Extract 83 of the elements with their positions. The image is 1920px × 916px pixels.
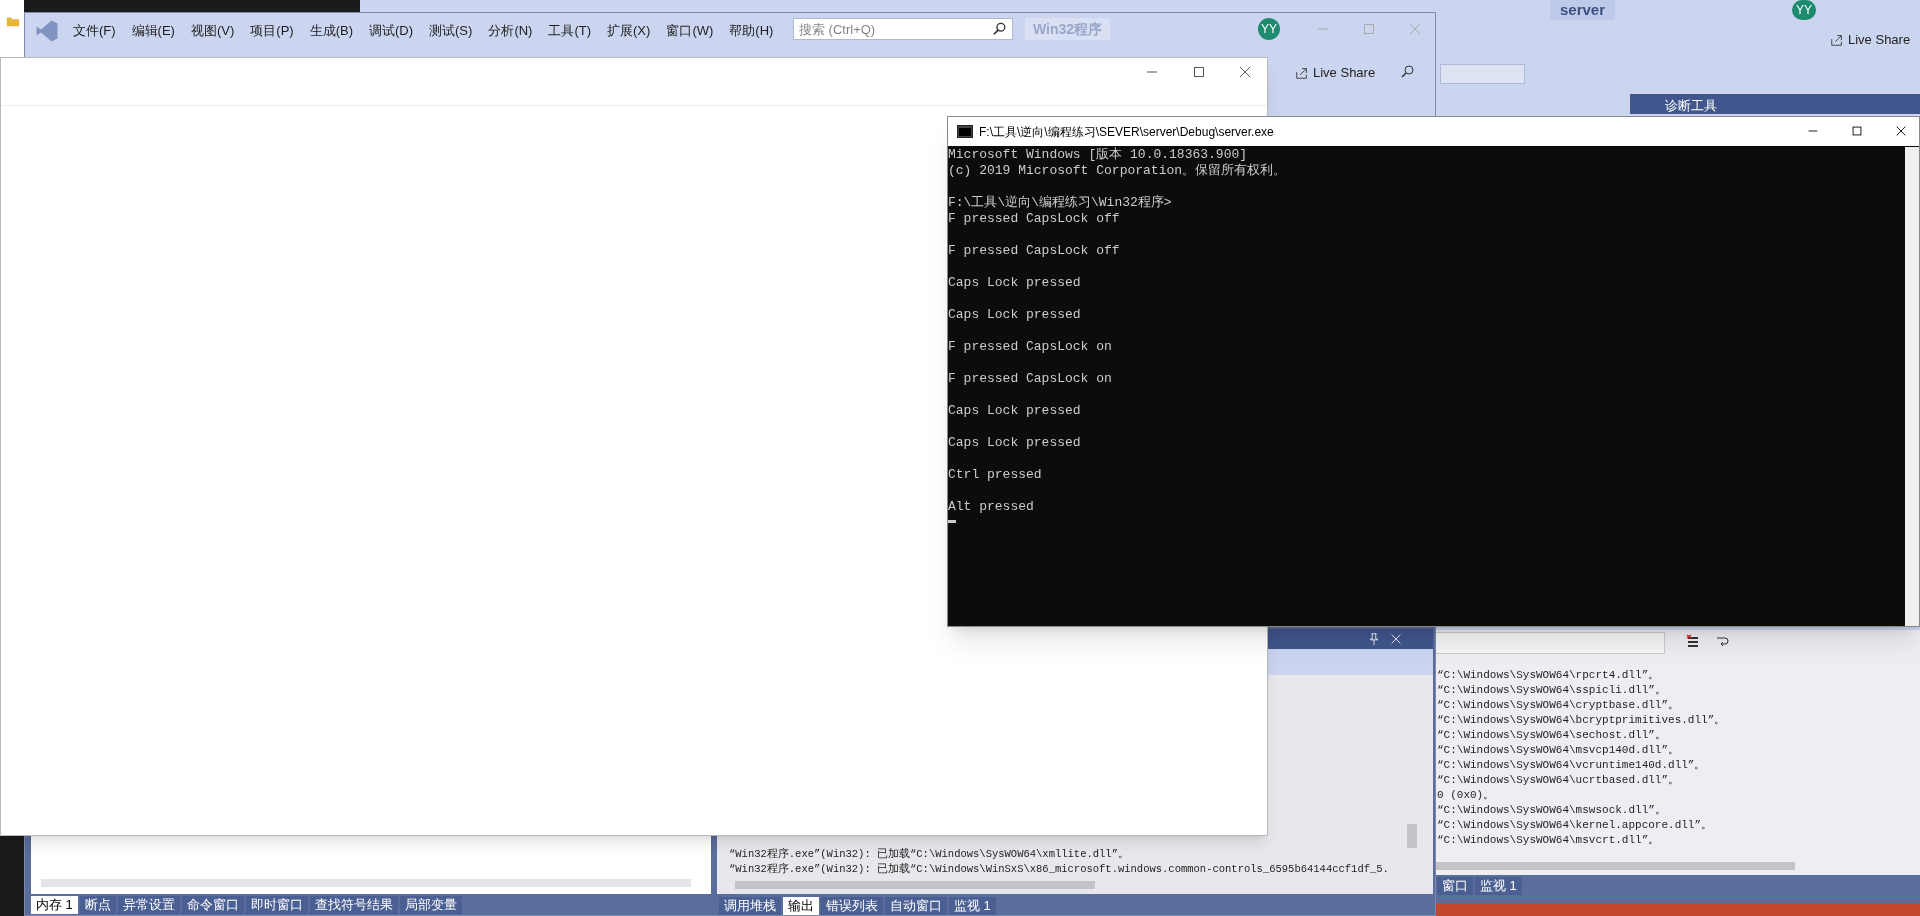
output-line: “C:\Windows\SysWOW64\msvcp140d.dll”。 bbox=[1437, 743, 1681, 758]
output-line: “C:\Windows\SysWOW64\bcryptprimitives.dll”。 bbox=[1437, 713, 1726, 728]
output-line: “C:\Windows\SysWOW64\vcruntime140d.dll”。 bbox=[1437, 758, 1707, 773]
output-line: “Win32程序.exe”(Win32): 已加载“C:\Windows\SysWOW64\xmllite.dll”。 bbox=[729, 847, 1130, 862]
console-line: Ctrl pressed bbox=[948, 467, 1043, 483]
panel-tab[interactable]: 窗口 bbox=[1437, 877, 1473, 895]
menu-item[interactable]: 工具(T) bbox=[540, 21, 600, 41]
project-name: server bbox=[1550, 0, 1616, 20]
console-line: F pressed CapsLock on bbox=[948, 371, 1113, 387]
maximize-icon[interactable] bbox=[1191, 64, 1207, 80]
maximize-icon[interactable] bbox=[1850, 124, 1864, 138]
dropdown-field[interactable] bbox=[1440, 64, 1525, 84]
console-line: Caps Lock pressed bbox=[948, 275, 1082, 291]
panel-tab[interactable]: 监视 1 bbox=[949, 897, 996, 915]
console-line: (c) 2019 Microsoft Corporation。保留所有权利。 bbox=[948, 163, 1287, 179]
window-title: F:\工具\逆向\编程练习\SEVER\server\Debug\server.exe bbox=[979, 124, 1274, 141]
console-line: F pressed CapsLock off bbox=[948, 243, 1121, 259]
panel-tab[interactable]: 调用堆栈 bbox=[719, 897, 781, 915]
panel-tab[interactable]: 异常设置 bbox=[117, 896, 180, 914]
user-avatar[interactable]: YY bbox=[1792, 0, 1816, 20]
menu-item[interactable]: 项目(P) bbox=[242, 21, 302, 41]
vertical-scrollbar[interactable] bbox=[1905, 147, 1919, 626]
panel-tab[interactable]: 内存 1 bbox=[31, 896, 78, 914]
console-line: Caps Lock pressed bbox=[948, 403, 1082, 419]
live-share-button[interactable]: Live Share bbox=[1830, 30, 1911, 50]
panel-tab[interactable]: 错误列表 bbox=[821, 897, 883, 915]
output-line: “C:\Windows\SysWOW64\rpcrt4.dll”。 bbox=[1437, 668, 1661, 683]
menu-item[interactable]: 文件(F) bbox=[65, 21, 124, 41]
panel-tab[interactable]: 即时窗口 bbox=[245, 896, 308, 914]
share-icon bbox=[1830, 32, 1844, 47]
console-line: Alt pressed bbox=[948, 499, 1035, 515]
output-line: “C:\Windows\SysWOW64\cryptbase.dll”。 bbox=[1437, 698, 1681, 713]
output-line: “C:\Windows\SysWOW64\sspicli.dll”。 bbox=[1437, 683, 1667, 698]
output-line: 0 (0x0)。 bbox=[1437, 788, 1496, 803]
pin-icon[interactable] bbox=[1367, 632, 1381, 646]
menu-item[interactable]: 窗口(W) bbox=[658, 21, 722, 41]
menu-item[interactable]: 视图(V) bbox=[182, 21, 243, 41]
panel-tab[interactable]: 自动窗口 bbox=[885, 897, 947, 915]
vertical-scrollbar[interactable] bbox=[1407, 824, 1417, 848]
clear-all-icon[interactable] bbox=[1685, 634, 1701, 650]
close-icon[interactable] bbox=[1894, 124, 1908, 138]
feedback-icon[interactable] bbox=[1400, 64, 1416, 80]
output-line: “C:\Windows\SysWOW64\ucrtbased.dll”。 bbox=[1437, 773, 1681, 788]
horizontal-scrollbar[interactable] bbox=[735, 881, 1095, 889]
panel-tab[interactable]: 命令窗口 bbox=[181, 896, 244, 914]
user-avatar[interactable]: YY bbox=[1258, 18, 1280, 40]
menu-item[interactable]: 调试(D) bbox=[361, 21, 422, 41]
console-line: Caps Lock pressed bbox=[948, 435, 1082, 451]
panel-tab[interactable]: 查找符号结果 bbox=[309, 896, 398, 914]
menu-item[interactable]: 测试(S) bbox=[421, 21, 481, 41]
solution-name: Win32程序 bbox=[1025, 18, 1111, 40]
search-icon[interactable] bbox=[993, 22, 1007, 36]
text-cursor bbox=[948, 520, 956, 523]
output-line: “C:\Windows\SysWOW64\kernel.appcore.dll”。 bbox=[1437, 818, 1714, 833]
share-icon bbox=[1295, 65, 1309, 80]
panel-tab[interactable]: 局部变量 bbox=[399, 896, 462, 914]
menu-item[interactable]: 分析(N) bbox=[480, 21, 541, 41]
live-share-button[interactable]: Live Share bbox=[1295, 63, 1376, 83]
ribbon-logo-icon[interactable] bbox=[35, 19, 59, 43]
menu-item[interactable]: 编辑(E) bbox=[123, 21, 183, 41]
console-prompt: F:\工具\逆向\编程练习\Win32程序> bbox=[948, 195, 1173, 211]
console-line: F pressed CapsLock off bbox=[948, 211, 1121, 227]
panel-title: 诊断工具 bbox=[1665, 97, 1717, 115]
console-line: Microsoft Windows [版本 10.0.18363.900] bbox=[948, 147, 1249, 163]
output-line: “Win32程序.exe”(Win32): 已加载“C:\Windows\WinSxS\x86_microsoft.windows.common-controls_6595b64144ccf1df_5. bbox=[729, 862, 1389, 877]
console-line: Caps Lock pressed bbox=[948, 307, 1082, 323]
search-field[interactable]: 搜索 (Ctrl+Q) bbox=[793, 18, 1013, 40]
console-icon bbox=[957, 125, 973, 138]
output-line: “C:\Windows\SysWOW64\sechost.dll”。 bbox=[1437, 728, 1667, 743]
horizontal-scrollbar[interactable] bbox=[41, 879, 691, 887]
horizontal-scrollbar[interactable] bbox=[1435, 862, 1795, 870]
console-line: F pressed CapsLock on bbox=[948, 339, 1113, 355]
menu-item[interactable]: 生成(B) bbox=[301, 21, 361, 41]
panel-tab[interactable]: 输出 bbox=[783, 897, 819, 915]
panel-tab[interactable]: 监视 1 bbox=[1475, 877, 1522, 895]
menu-item[interactable]: 帮助(H) bbox=[721, 21, 782, 41]
panel-tab[interactable]: 断点 bbox=[79, 896, 116, 914]
close-icon[interactable] bbox=[1389, 632, 1403, 646]
menu-item[interactable]: 扩展(X) bbox=[599, 21, 659, 41]
output-line: “C:\Windows\SysWOW64\mswsock.dll”。 bbox=[1437, 803, 1667, 818]
output-source-dropdown[interactable] bbox=[1435, 632, 1665, 654]
close-icon[interactable] bbox=[1237, 64, 1253, 80]
output-line: “C:\Windows\SysWOW64\msvcrt.dll”。 bbox=[1437, 833, 1661, 848]
